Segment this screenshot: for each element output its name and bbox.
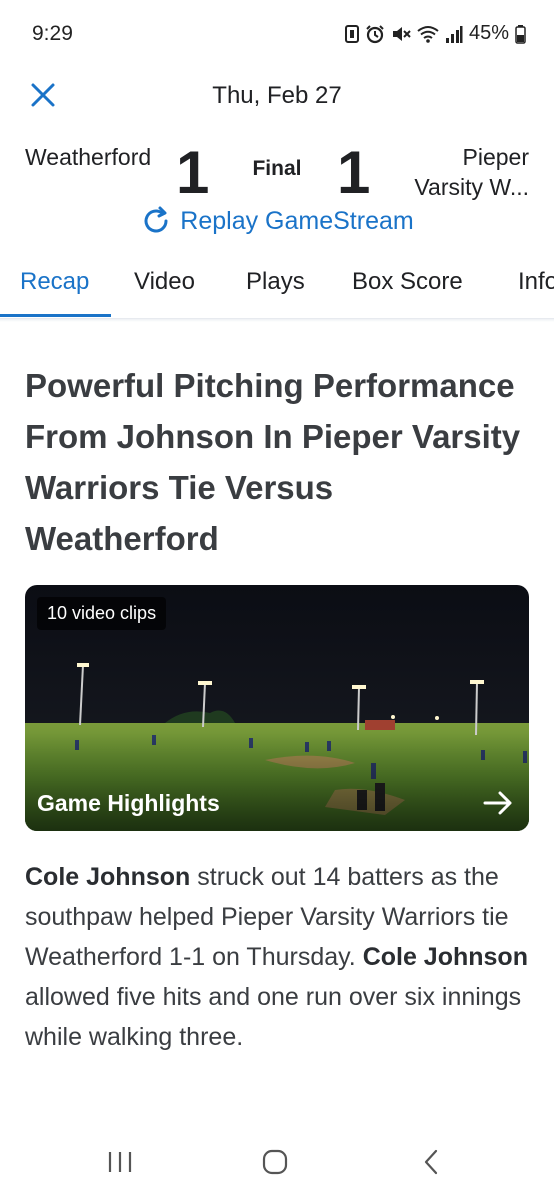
tab-info[interactable]: Info (518, 268, 554, 296)
recents-button[interactable] (106, 1148, 134, 1181)
alarm-icon (366, 24, 384, 43)
nfc-icon (344, 24, 359, 43)
game-date: Thu, Feb 27 (212, 82, 342, 109)
tab-divider (0, 318, 554, 322)
away-score: 1 (337, 139, 371, 206)
tab-box-score[interactable]: Box Score (352, 268, 463, 296)
status-time: 9:29 (32, 22, 73, 45)
player-name: Cole Johnson (25, 863, 191, 891)
game-highlights-video[interactable]: 10 video clips Game Highlights (25, 585, 529, 831)
home-icon (262, 1149, 288, 1175)
battery-percent: 45% (468, 22, 509, 44)
back-icon (424, 1149, 438, 1175)
replay-gamestream-label: Replay GameStream (180, 206, 414, 235)
replay-gamestream-button[interactable]: Replay GameStream (0, 205, 554, 237)
article-body-text: allowed five hits and one run over six i… (25, 983, 522, 1051)
mute-icon (392, 26, 411, 41)
battery-icon (515, 24, 526, 44)
tab-video[interactable]: Video (134, 268, 195, 296)
refresh-icon (144, 206, 168, 233)
arrow-right-icon (483, 791, 512, 815)
home-button[interactable] (261, 1148, 289, 1181)
recents-icon (108, 1152, 132, 1172)
status-icons: 45% (344, 22, 526, 45)
active-tab-indicator (0, 314, 111, 317)
video-clips-badge: 10 video clips (37, 597, 167, 630)
player-name: Cole Johnson (362, 943, 528, 971)
away-team-line2: Varsity W... (414, 174, 529, 200)
status-bar: 9:29 45% (0, 0, 554, 66)
system-nav-bar (0, 1130, 554, 1200)
tab-bar: Recap Video Plays Box Score Info (0, 258, 554, 319)
tab-recap[interactable]: Recap (20, 268, 89, 296)
tab-plays[interactable]: Plays (246, 268, 305, 296)
article-body: Cole Johnson struck out 14 batters as th… (25, 857, 535, 1057)
away-team-name[interactable]: Pieper Varsity W... (399, 142, 529, 202)
game-highlights-label: Game Highlights (37, 790, 220, 816)
wifi-icon (417, 25, 439, 43)
signal-icon (445, 25, 463, 43)
back-button[interactable] (418, 1148, 446, 1181)
article-headline: Powerful Pitching Performance From Johns… (25, 367, 521, 557)
away-team-line1: Pieper (462, 144, 529, 170)
